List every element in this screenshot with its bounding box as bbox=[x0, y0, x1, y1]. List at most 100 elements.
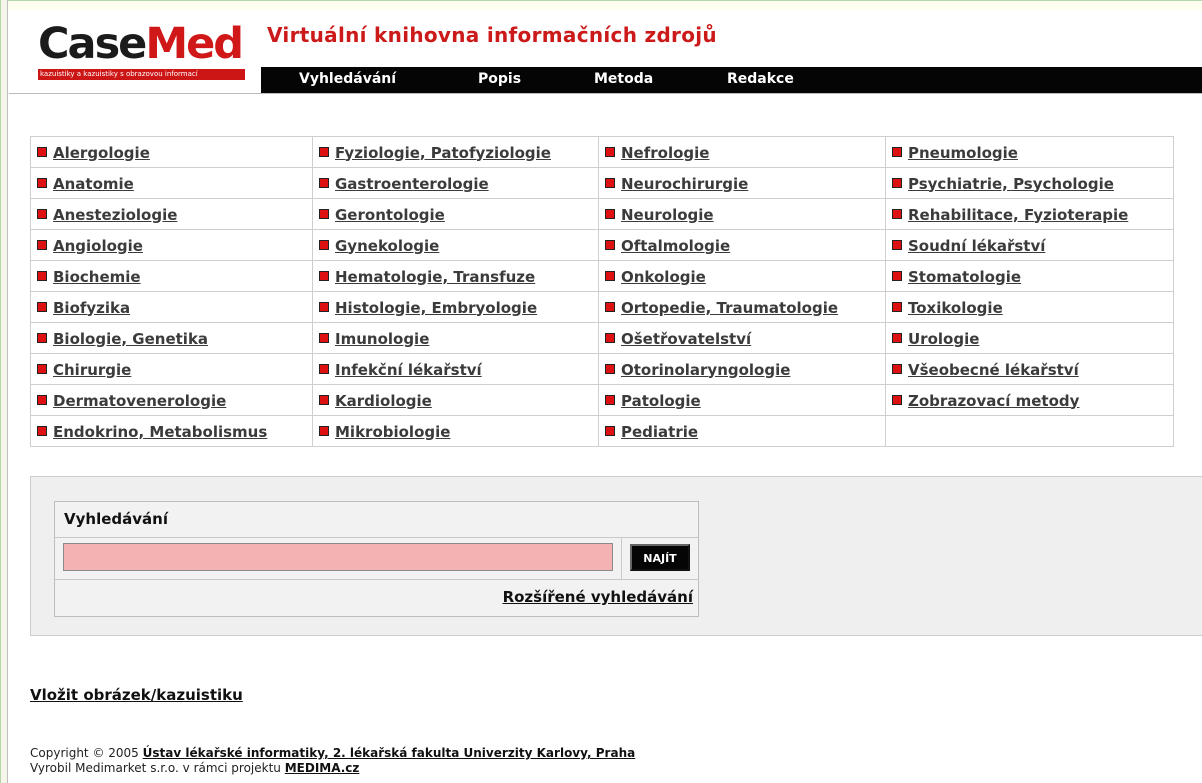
category-cell: Imunologie bbox=[312, 322, 599, 354]
category-row: Anatomie Gastroenterologie Neurochirurgie P… bbox=[30, 167, 1174, 199]
category-cell: Oftalmologie bbox=[598, 229, 886, 261]
red-square-bullet-icon bbox=[319, 301, 329, 312]
category-link[interactable]: Patologie bbox=[621, 392, 701, 410]
category-link[interactable]: Histologie, Embryologie bbox=[335, 299, 537, 317]
institution-link[interactable]: Ústav lékařské informatiky, 2. lékařská … bbox=[143, 746, 636, 760]
category-row: Alergologie Fyziologie, Patofyziologie Nef… bbox=[30, 136, 1174, 168]
medima-link[interactable]: MEDIMA.cz bbox=[285, 761, 360, 775]
window-frame-left bbox=[0, 0, 8, 783]
category-link[interactable]: Gastroenterologie bbox=[335, 175, 489, 193]
category-link[interactable]: Onkologie bbox=[621, 268, 706, 286]
category-row: Endokrino, Metabolismus Mikrobiologie Pedi… bbox=[30, 415, 1174, 447]
nav-description[interactable]: Popis bbox=[478, 71, 521, 87]
category-link[interactable]: Oftalmologie bbox=[621, 237, 730, 255]
category-cell: Rehabilitace, Fyzioterapie bbox=[885, 198, 1174, 230]
category-cell: Toxikologie bbox=[885, 291, 1174, 323]
red-square-bullet-icon bbox=[319, 394, 329, 405]
category-link[interactable]: Gerontologie bbox=[335, 206, 445, 224]
category-link[interactable]: Stomatologie bbox=[908, 268, 1021, 286]
red-square-bullet-icon bbox=[605, 239, 615, 250]
category-link[interactable]: Pediatrie bbox=[621, 423, 698, 441]
nav-search[interactable]: Vyhledávání bbox=[299, 71, 396, 87]
category-link[interactable]: Hematologie, Transfuze bbox=[335, 268, 535, 286]
category-cell: Alergologie bbox=[30, 136, 313, 168]
red-square-bullet-icon bbox=[605, 208, 615, 219]
category-link[interactable]: Mikrobiologie bbox=[335, 423, 450, 441]
red-square-bullet-icon bbox=[319, 332, 329, 343]
nav-editorial[interactable]: Redakce bbox=[727, 71, 794, 87]
category-cell: Nefrologie bbox=[598, 136, 886, 168]
category-cell: Otorinolaryngologie bbox=[598, 353, 886, 385]
category-link[interactable]: Rehabilitace, Fyzioterapie bbox=[908, 206, 1128, 224]
category-link[interactable]: Infekční lékařství bbox=[335, 361, 482, 379]
insert-case-link[interactable]: Vložit obrázek/kazuistiku bbox=[30, 686, 243, 704]
category-link[interactable]: Nefrologie bbox=[621, 144, 709, 162]
category-link[interactable]: Toxikologie bbox=[908, 299, 1003, 317]
category-link[interactable]: Pneumologie bbox=[908, 144, 1018, 162]
category-row: Angiologie Gynekologie Oftalmologie Soudní … bbox=[30, 229, 1174, 261]
category-link[interactable]: Ošetřovatelství bbox=[621, 330, 751, 348]
category-cell: Pneumologie bbox=[885, 136, 1174, 168]
red-square-bullet-icon bbox=[319, 363, 329, 374]
category-link[interactable]: Endokrino, Metabolismus bbox=[53, 423, 267, 441]
search-heading: Vyhledávání bbox=[64, 510, 168, 528]
category-cell: Histologie, Embryologie bbox=[312, 291, 599, 323]
category-link[interactable]: Neurochirurgie bbox=[621, 175, 748, 193]
category-link[interactable]: Anesteziologie bbox=[53, 206, 177, 224]
category-cell: Patologie bbox=[598, 384, 886, 416]
category-link[interactable]: Fyziologie, Patofyziologie bbox=[335, 144, 551, 162]
search-box: Vyhledávání NAJÍT Rozšířené vyhledávání bbox=[54, 501, 699, 617]
category-cell: Biochemie bbox=[30, 260, 313, 292]
red-square-bullet-icon bbox=[892, 270, 902, 281]
category-link[interactable]: Gynekologie bbox=[335, 237, 439, 255]
category-row: Anesteziologie Gerontologie Neurologie Reha… bbox=[30, 198, 1174, 230]
red-square-bullet-icon bbox=[37, 208, 47, 219]
red-square-bullet-icon bbox=[605, 425, 615, 436]
category-row: Biochemie Hematologie, Transfuze Onkologie… bbox=[30, 260, 1174, 292]
red-square-bullet-icon bbox=[319, 239, 329, 250]
copyright-line: Copyright © 2005 Ústav lékařské informat… bbox=[30, 746, 635, 760]
category-cell: Biofyzika bbox=[30, 291, 313, 323]
category-link[interactable]: Biologie, Genetika bbox=[53, 330, 208, 348]
category-cell: Anesteziologie bbox=[30, 198, 313, 230]
category-link[interactable]: Urologie bbox=[908, 330, 979, 348]
category-link[interactable]: Biofyzika bbox=[53, 299, 130, 317]
category-link[interactable]: Anatomie bbox=[53, 175, 134, 193]
header-divider bbox=[9, 93, 1202, 94]
red-square-bullet-icon bbox=[37, 394, 47, 405]
category-link[interactable]: Chirurgie bbox=[53, 361, 131, 379]
category-link[interactable]: Zobrazovací metody bbox=[908, 392, 1079, 410]
category-cell: Biologie, Genetika bbox=[30, 322, 313, 354]
red-square-bullet-icon bbox=[605, 363, 615, 374]
category-cell: Ortopedie, Traumatologie bbox=[598, 291, 886, 323]
casemed-logo[interactable]: CaseMed kazuistiky a kazuistiky s obrazo… bbox=[38, 19, 250, 84]
category-cell: Gynekologie bbox=[312, 229, 599, 261]
advanced-search-link[interactable]: Rozšířené vyhledávání bbox=[503, 588, 693, 606]
category-link[interactable]: Otorinolaryngologie bbox=[621, 361, 790, 379]
category-cell: Onkologie bbox=[598, 260, 886, 292]
category-link[interactable]: Neurologie bbox=[621, 206, 714, 224]
category-link[interactable]: Všeobecné lékařství bbox=[908, 361, 1079, 379]
red-square-bullet-icon bbox=[892, 208, 902, 219]
category-row: Biofyzika Histologie, Embryologie Ortopedi… bbox=[30, 291, 1174, 323]
category-link[interactable]: Ortopedie, Traumatologie bbox=[621, 299, 838, 317]
category-cell: Neurologie bbox=[598, 198, 886, 230]
category-link[interactable]: Angiologie bbox=[53, 237, 143, 255]
category-link[interactable]: Psychiatrie, Psychologie bbox=[908, 175, 1114, 193]
red-square-bullet-icon bbox=[319, 146, 329, 157]
category-table: Alergologie Fyziologie, Patofyziologie Nef… bbox=[30, 136, 1174, 447]
red-square-bullet-icon bbox=[892, 239, 902, 250]
category-link[interactable]: Alergologie bbox=[53, 144, 150, 162]
red-square-bullet-icon bbox=[605, 301, 615, 312]
category-link[interactable]: Dermatovenerologie bbox=[53, 392, 226, 410]
category-link[interactable]: Imunologie bbox=[335, 330, 429, 348]
search-input[interactable] bbox=[63, 543, 613, 571]
producer-line: Vyrobil Medimarket s.r.o. v rámci projek… bbox=[30, 761, 359, 775]
category-link[interactable]: Biochemie bbox=[53, 268, 141, 286]
find-button[interactable]: NAJÍT bbox=[630, 544, 690, 571]
nav-method[interactable]: Metoda bbox=[594, 71, 653, 87]
category-link[interactable]: Soudní lékařství bbox=[908, 237, 1045, 255]
red-square-bullet-icon bbox=[37, 239, 47, 250]
category-cell: Mikrobiologie bbox=[312, 415, 599, 447]
category-link[interactable]: Kardiologie bbox=[335, 392, 432, 410]
